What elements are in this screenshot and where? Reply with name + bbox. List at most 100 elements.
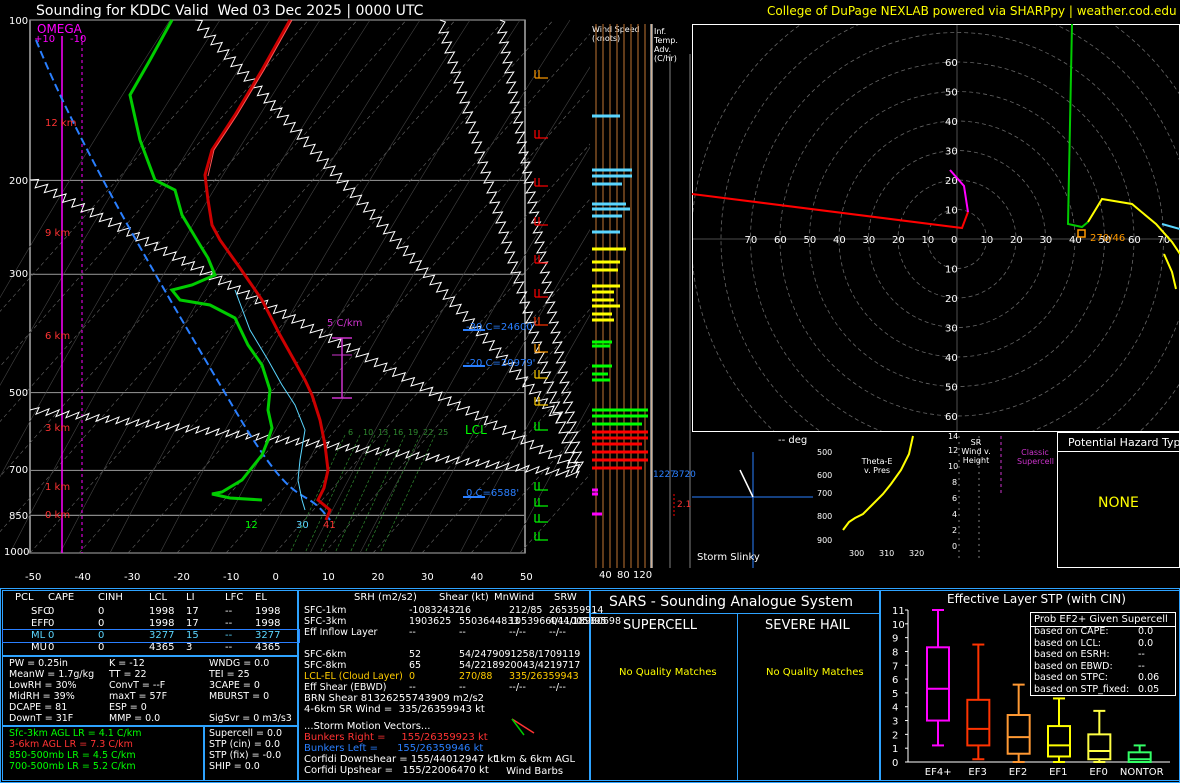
theta-e-pressure: 500 <box>817 448 833 457</box>
pressure-tick: 700 <box>9 465 29 476</box>
composite-panel: Supercell = 0.0 STP (cin) = 0.0 STP (fix) … <box>204 726 298 781</box>
stp-y-tick: 11 <box>892 606 905 617</box>
lapse-rate-panel: Sfc-3km AGL LR = 4.1 C/km 3-6km AGL LR = … <box>2 726 204 781</box>
sr-height: 6 <box>952 494 958 503</box>
parcel-cell: 1998 <box>255 606 281 617</box>
sounding-display: Sounding for KDDC Valid Wed 03 Dec 2025 … <box>0 0 1180 783</box>
wetbulb-zero-label: 0 C=6588' <box>466 488 520 499</box>
height-label: 0 km <box>45 510 71 521</box>
temp-adv-profile <box>652 24 691 568</box>
lcl-label: LCL <box>465 423 487 437</box>
parcel-cell: 0 <box>48 630 55 641</box>
wind-speed-bar <box>592 202 626 206</box>
hodograph-frame <box>692 24 1180 432</box>
prob-value: 0.0 <box>1138 637 1154 649</box>
wind-speed-bar <box>592 378 610 382</box>
parcel-row[interactable]: SFC 0 0 1998 17 -- 1998 <box>3 606 299 618</box>
kinematic-header: MnWind <box>494 592 535 603</box>
temperature-tick: -20 <box>173 572 190 583</box>
parcel-cell: 4365 <box>149 642 175 653</box>
slinky-title: -- deg <box>778 435 808 446</box>
wind-speed-bar <box>592 422 642 426</box>
hodograph-y-tick: 40 <box>945 117 958 128</box>
hodograph-x-tick: 60 <box>1128 235 1141 246</box>
indices-panel: PW = 0.25in MeanW = 1.7g/kg LowRH = 30% Mid… <box>2 656 298 726</box>
omega-tick-right: -10 <box>70 34 87 45</box>
hodograph-trace-cyan <box>1161 223 1180 230</box>
parcel-cell: 0 <box>98 630 105 641</box>
isotherm-line <box>0 19 407 478</box>
temperature-tick: 30 <box>421 572 434 583</box>
stp-box <box>1127 751 1152 763</box>
storm-slinky-panel: -- deg Storm Slinky <box>692 432 813 568</box>
pressure-tick: 200 <box>9 176 29 187</box>
wind-speed-tick: 120 <box>633 570 653 581</box>
slinky-label: Storm Slinky <box>697 552 760 563</box>
effective-layer-label: 5 C/km <box>327 318 363 329</box>
prob-value: 0.06 <box>1138 672 1160 683</box>
stp-category-label: NONTOR <box>1120 767 1164 778</box>
stp-category-label: EF2 <box>1009 767 1027 778</box>
hodograph-y-tick: 60 <box>945 58 958 69</box>
theta-e-pressure: 600 <box>817 471 833 480</box>
parcel-cell: 17 <box>186 606 199 617</box>
hodograph-ring <box>720 24 1180 432</box>
wind-speed-bar <box>592 488 598 492</box>
hodograph-y-tick: 40 <box>945 353 958 364</box>
parcel-cell: -- <box>225 606 233 617</box>
sr-height: 2 <box>952 526 958 535</box>
height-label: 12 km <box>45 118 77 129</box>
parcel-row[interactable]: MU 0 0 4365 3 -- 4365 <box>3 642 299 654</box>
prob-label: based on ESRH: <box>1034 649 1110 660</box>
temperature-tick: -40 <box>74 572 91 583</box>
sr-wind-title: SR Wind v. Height <box>961 438 991 466</box>
prob-label: based on EBWD: <box>1034 660 1113 672</box>
pressure-tick: 500 <box>9 388 29 399</box>
parcel-cell: 3 <box>186 642 193 653</box>
wind-speed-bar <box>592 414 648 418</box>
wind-speed-bar <box>592 340 612 344</box>
kinematic-cell: -- <box>409 627 416 638</box>
mixing-ratio-label: 6 <box>348 428 354 437</box>
sars-hail-result: No Quality Matches <box>766 667 864 678</box>
prob-label: based on CAPE: <box>1034 626 1109 637</box>
parcel-cell: 0 <box>98 642 105 653</box>
hodograph-trace-top <box>1163 253 1177 290</box>
wind-speed-bar <box>592 442 642 446</box>
temperature-tick: 40 <box>470 572 484 583</box>
sr-wind-panel: SR Wind v. Height Classic Supercell 14 1… <box>935 432 1057 568</box>
dry-adiabat <box>359 146 590 554</box>
wind-speed-bar <box>592 168 632 172</box>
barbs-label: 1km & 6km AGL Wind Barbs <box>494 754 576 777</box>
sars-supercell-result: No Quality Matches <box>619 667 717 678</box>
parcel-row[interactable]: EFF 0 0 1998 17 -- 1998 <box>3 618 299 630</box>
stp-category-label: EF0 <box>1089 767 1107 778</box>
minus30-label: -30 C=24600' <box>466 322 536 333</box>
prob-ef2-box: Prob EF2+ Given Supercell based on CAPE:… <box>1030 612 1176 696</box>
hodograph-ring <box>692 24 1180 432</box>
storm-motion-label: 270/46 <box>1090 233 1126 244</box>
kinematic-cell: --/-- <box>549 627 566 638</box>
wind-speed-bar <box>592 318 614 322</box>
parcel-header: LFC <box>225 592 244 603</box>
wind-speed-profile <box>592 24 652 568</box>
parcel-row[interactable]: ML 0 0 3277 15 -- 3277 <box>2 629 300 643</box>
hodograph-y-tick: 50 <box>945 88 958 99</box>
isotherm-line <box>78 19 554 554</box>
stp-box <box>1087 733 1112 761</box>
stp-y-tick: 7 <box>892 661 898 672</box>
wind-speed-bar <box>592 466 642 470</box>
wind-speed-bar <box>592 344 610 348</box>
stp-y-tick: 3 <box>892 717 898 728</box>
parcel-header: CAPE <box>48 592 75 603</box>
prob-label: based on STPC: <box>1034 672 1108 683</box>
wind-speed-bar <box>592 114 620 118</box>
sars-supercell-title: SUPERCELL <box>623 618 697 633</box>
kinematics-panel: SRH (m2/s2) Shear (kt) MnWind SRW SFC-1km -1… <box>298 590 621 781</box>
hodograph-trace-upper <box>1066 24 1089 229</box>
wind-speed-bar <box>592 290 614 294</box>
parcel-cell: -- <box>225 642 233 653</box>
parcel-cell: -- <box>225 618 233 629</box>
temperature-tick: 0 <box>272 572 279 583</box>
pressure-tick: 1000 <box>4 547 30 558</box>
